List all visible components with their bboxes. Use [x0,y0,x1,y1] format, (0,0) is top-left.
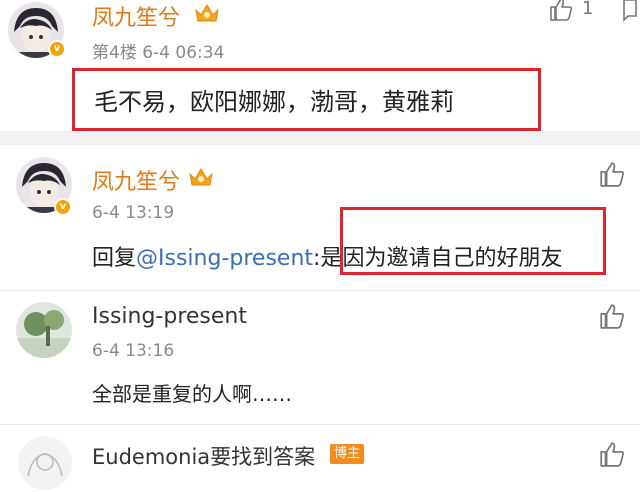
section-divider [0,131,640,145]
thumbs-up-icon[interactable] [598,440,626,468]
divider [0,424,640,425]
reply-username[interactable]: 凤九笙兮 [92,164,180,196]
verified-badge-icon: v [54,198,72,216]
thumbs-up-icon[interactable] [548,0,574,22]
avatar[interactable] [16,302,72,358]
reply-icon[interactable] [622,0,638,22]
crown-icon [189,168,213,186]
floor-time: 第4楼 6-4 06:34 [92,43,225,63]
thumbs-up-icon[interactable] [598,160,626,188]
blogger-badge: 博主 [330,444,365,464]
avatar[interactable] [18,436,72,490]
highlight-box [340,207,606,275]
reply-content: 全部是重复的人啊…… [92,382,292,406]
verified-badge-icon: v [48,40,66,58]
reply-prefix: 回复 [92,246,137,271]
reply-time: 6-4 13:19 [92,203,175,223]
highlight-box [72,68,541,131]
divider [0,290,640,291]
comment-username[interactable]: 凤九笙兮 [92,0,180,32]
crown-icon [195,4,219,22]
reply-time: 6-4 13:16 [92,341,175,361]
reply-username[interactable]: Eudemonia要找到答案 [92,441,315,471]
reply-username[interactable]: Issing-present [92,304,247,329]
mention-link[interactable]: @Issing-present [136,246,313,271]
like-count: 1 [582,0,594,19]
thumbs-up-icon[interactable] [598,302,626,330]
